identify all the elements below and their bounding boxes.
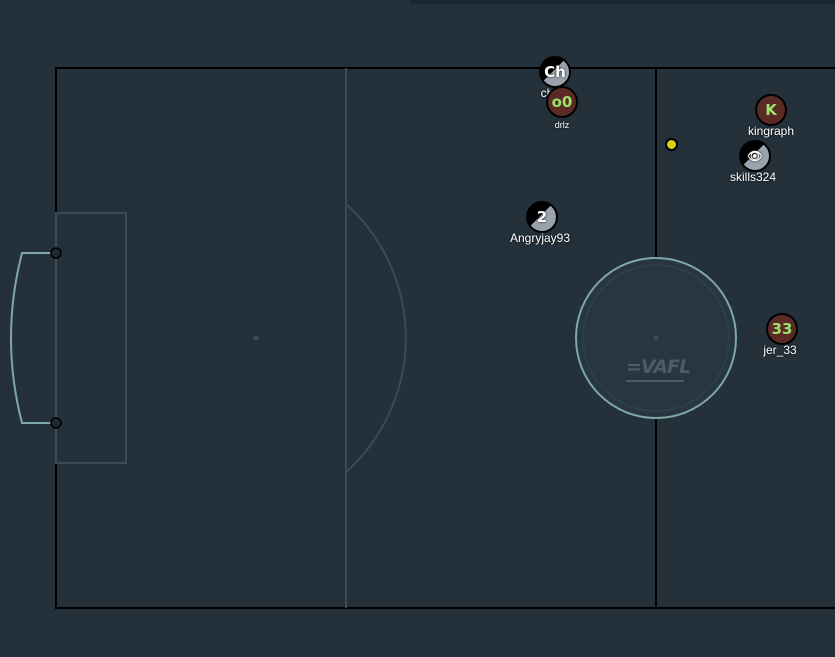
center-spot (653, 335, 659, 341)
goal-post-bottom (50, 417, 62, 429)
player-name: kingraph (747, 124, 795, 138)
player-avatar: 33 (766, 313, 798, 345)
player-name: drlz (554, 120, 570, 130)
player-name: jer_33 (763, 343, 797, 357)
penalty-spot (253, 335, 259, 341)
player-avatar: Ch (539, 56, 571, 88)
player-avatar: 2 (526, 201, 558, 233)
player-avatar: 👁 (739, 140, 771, 172)
player-name: skills324 (729, 170, 777, 184)
player-avatar-text: 2 (536, 208, 548, 226)
goal-net (10, 252, 56, 424)
player-name: Angryjay93 (509, 231, 571, 245)
player-avatar: o0 (546, 86, 578, 118)
eye-icon: 👁 (747, 149, 763, 163)
vafl-logo: =VAFL (626, 358, 691, 382)
player-avatar-text: K (765, 101, 777, 119)
penalty-arc (345, 203, 407, 473)
goal-post-top (50, 247, 62, 259)
ball (665, 138, 678, 151)
player-avatar-text: Ch (544, 63, 566, 81)
player-avatar-text: o0 (551, 93, 573, 111)
player-avatar-text: 33 (771, 320, 793, 338)
penalty-area (55, 212, 127, 464)
player-avatar: K (755, 94, 787, 126)
pitch (10, 67, 835, 609)
